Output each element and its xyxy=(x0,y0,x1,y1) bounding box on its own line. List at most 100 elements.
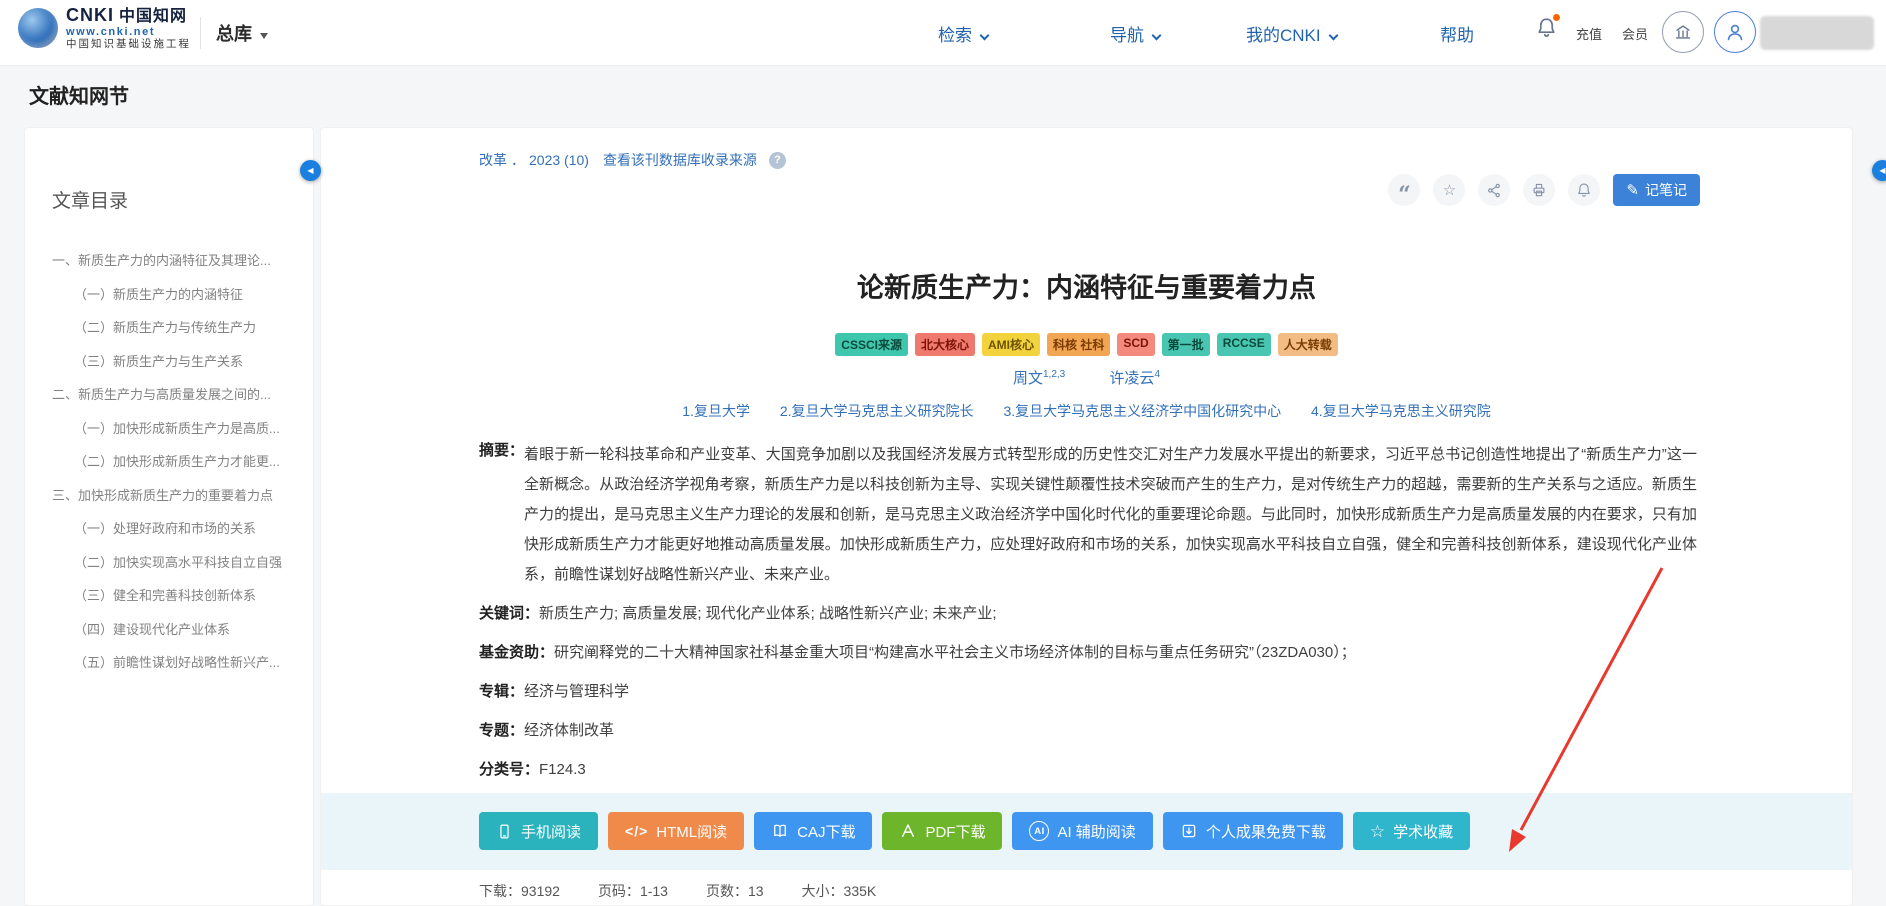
academic-favorite-button[interactable]: ☆ 学术收藏 xyxy=(1353,812,1470,850)
mobile-read-button[interactable]: 手机阅读 xyxy=(479,812,598,850)
cnki-logo-text: CNKI中国知网 www.cnki.net 中国知识基础设施工程 xyxy=(66,5,191,51)
meta-fields: 摘要： 着眼于新一轮科技革命和产业变革、大国竞争加剧以及我国经济发展方式转型形成… xyxy=(479,440,1697,798)
author-sup: 4 xyxy=(1154,369,1160,380)
topic-field: 专题： 经济体制改革 xyxy=(479,720,1697,742)
badge-first-batch[interactable]: 第一批 xyxy=(1162,333,1210,356)
alert-bell-icon[interactable] xyxy=(1568,174,1600,206)
toc-item[interactable]: （一）处理好政府和市场的关系 xyxy=(52,521,297,555)
portal-selector[interactable]: 总库 xyxy=(216,20,268,46)
toc-item[interactable]: 二、新质生产力与高质量发展之间的... xyxy=(52,387,297,421)
toc-item[interactable]: （五）前瞻性谋划好战略性新兴产... xyxy=(52,655,297,689)
chevron-down-icon xyxy=(1328,31,1338,41)
logo-brand: CNKI xyxy=(66,5,114,25)
nav-search[interactable]: 检索 xyxy=(938,21,988,46)
badge-ami-core[interactable]: AMI核心 xyxy=(982,333,1040,356)
toc-item[interactable]: （一）新质生产力的内涵特征 xyxy=(52,287,297,321)
member-link[interactable]: 会员 xyxy=(1622,24,1648,43)
article-toolbar: “ ☆ ✎ 记笔记 xyxy=(1388,174,1700,206)
logo-url: www.cnki.net xyxy=(66,26,191,38)
cnki-globe-icon xyxy=(18,8,58,48)
badge-scd[interactable]: SCD xyxy=(1117,333,1154,356)
topic-value: 经济体制改革 xyxy=(524,720,1697,742)
affiliation-link[interactable]: 1.复旦大学 xyxy=(682,403,750,419)
caj-download-button[interactable]: CAJ下载 xyxy=(754,812,872,850)
badge-cssci[interactable]: CSSCI来源 xyxy=(835,333,908,356)
keywords-value[interactable]: 新质生产力; 高质量发展; 现代化产业体系; 战略性新兴产业; 未来产业; xyxy=(539,603,1697,625)
toc-item[interactable]: （三）健全和完善科技创新体系 xyxy=(52,588,297,622)
pencil-icon: ✎ xyxy=(1626,181,1639,199)
affiliation-link[interactable]: 4.复旦大学马克思主义研究院 xyxy=(1311,403,1491,419)
recharge-link[interactable]: 充值 xyxy=(1576,24,1602,43)
cite-icon[interactable]: “ xyxy=(1388,174,1420,206)
personal-free-download-button[interactable]: 个人成果免费下载 xyxy=(1163,812,1343,850)
journal-link[interactable]: 改革 xyxy=(479,150,507,170)
toc-item[interactable]: （二）新质生产力与传统生产力 xyxy=(52,320,297,354)
nav-navigation[interactable]: 导航 xyxy=(1110,21,1160,46)
article-stats: 下载：93192 页码：1-13 页数：13 大小：335K xyxy=(479,881,876,901)
issue-link[interactable]: 2023 (10) xyxy=(529,152,589,168)
file-size-stat: 大小：335K xyxy=(802,881,877,901)
clc-label: 分类号： xyxy=(479,759,539,781)
action-band: 手机阅读 </> HTML阅读 CAJ下载 PDF下载 AI AI 辅助阅读 xyxy=(321,793,1852,870)
fund-value[interactable]: 研究阐释党的二十大精神国家社科基金重大项目“构建高水平社会主义市场经济体制的目标… xyxy=(554,642,1697,664)
notification-bell-icon[interactable] xyxy=(1534,15,1560,41)
print-icon[interactable] xyxy=(1523,174,1555,206)
toc-item[interactable]: （四）建设现代化产业体系 xyxy=(52,622,297,656)
toc-item[interactable]: （二）加快实现高水平科技自立自强 xyxy=(52,555,297,589)
right-panel-toggle[interactable]: ◀ xyxy=(1872,160,1886,181)
share-icon[interactable] xyxy=(1478,174,1510,206)
author-row: 周文1,2,3 许凌云4 xyxy=(321,367,1852,388)
fund-field: 基金资助： 研究阐释党的二十大精神国家社科基金重大项目“构建高水平社会主义市场经… xyxy=(479,642,1697,664)
album-value: 经济与管理科学 xyxy=(524,681,1697,703)
notification-dot xyxy=(1553,14,1560,21)
affiliation-link[interactable]: 3.复旦大学马克思主义经济学中国化研究中心 xyxy=(1003,403,1281,419)
keywords-field: 关键词： 新质生产力; 高质量发展; 现代化产业体系; 战略性新兴产业; 未来产… xyxy=(479,603,1697,625)
favorite-star-icon[interactable]: ☆ xyxy=(1433,174,1465,206)
user-account-icon[interactable] xyxy=(1714,11,1756,53)
page-count-stat: 页数：13 xyxy=(706,881,764,901)
toc-item[interactable]: 一、新质生产力的内涵特征及其理论... xyxy=(52,253,297,287)
html-read-button[interactable]: </> HTML阅读 xyxy=(608,812,744,850)
badge-kehe-sheke[interactable]: 科核 社科 xyxy=(1047,333,1110,356)
badge-row: CSSCI来源 北大核心 AMI核心 科核 社科 SCD 第一批 RCCSE 人… xyxy=(321,333,1852,356)
affiliation-row: 1.复旦大学 2.复旦大学马克思主义研究院长 3.复旦大学马克思主义经济学中国化… xyxy=(321,401,1852,421)
code-icon: </> xyxy=(625,823,648,839)
pdf-download-button[interactable]: PDF下载 xyxy=(882,812,1002,850)
keywords-label: 关键词： xyxy=(479,603,539,625)
institution-icon[interactable] xyxy=(1662,11,1704,53)
top-header: CNKI中国知网 www.cnki.net 中国知识基础设施工程 总库 检索 导… xyxy=(0,0,1886,66)
toc-item[interactable]: （一）加快形成新质生产力是高质... xyxy=(52,421,297,455)
author-link[interactable]: 许凌云4 xyxy=(1109,370,1160,387)
cnki-logo[interactable]: CNKI中国知网 www.cnki.net 中国知识基础设施工程 xyxy=(18,5,191,51)
affiliation-link[interactable]: 2.复旦大学马克思主义研究院长 xyxy=(780,403,974,419)
author-sup: 1,2,3 xyxy=(1043,369,1065,380)
toc-item[interactable]: （二）加快形成新质生产力才能更... xyxy=(52,454,297,488)
username-redacted[interactable] xyxy=(1760,16,1874,50)
logo-brand-cn: 中国知网 xyxy=(119,8,187,25)
sidebar-collapse-toggle[interactable]: ◀ xyxy=(300,160,321,181)
header-divider xyxy=(200,17,201,49)
ai-assist-read-button[interactable]: AI AI 辅助阅读 xyxy=(1012,812,1152,850)
toc-item[interactable]: 三、加快形成新质生产力的重要着力点 xyxy=(52,488,297,522)
toc-item[interactable]: （三）新质生产力与生产关系 xyxy=(52,354,297,388)
collapse-left-icon: ◀ xyxy=(1879,166,1885,175)
nav-help[interactable]: 帮助 xyxy=(1440,21,1474,46)
caret-down-icon xyxy=(260,33,268,43)
topic-label: 专题： xyxy=(479,720,524,742)
article-card: 改革 ． 2023 (10) 查看该刊数据库收录来源 ? “ ☆ ✎ 记笔记 xyxy=(320,127,1853,906)
book-icon xyxy=(771,822,789,840)
page-title: 文献知网节 xyxy=(29,80,129,109)
fund-label: 基金资助： xyxy=(479,642,554,664)
take-note-button[interactable]: ✎ 记笔记 xyxy=(1613,174,1700,206)
abstract-field: 摘要： 着眼于新一轮科技革命和产业变革、大国竞争加剧以及我国经济发展方式转型形成… xyxy=(479,440,1697,590)
nav-my-cnki[interactable]: 我的CNKI xyxy=(1246,21,1337,46)
album-label: 专辑： xyxy=(479,681,524,703)
chevron-down-icon xyxy=(1152,31,1162,41)
help-icon[interactable]: ? xyxy=(769,152,786,169)
badge-beida-core[interactable]: 北大核心 xyxy=(915,333,975,356)
toc-title: 文章目录 xyxy=(52,186,297,213)
author-link[interactable]: 周文1,2,3 xyxy=(1013,370,1065,387)
badge-renda-reprint[interactable]: 人大转载 xyxy=(1278,333,1338,356)
db-source-link[interactable]: 查看该刊数据库收录来源 xyxy=(603,150,757,170)
badge-rccse[interactable]: RCCSE xyxy=(1217,333,1271,356)
